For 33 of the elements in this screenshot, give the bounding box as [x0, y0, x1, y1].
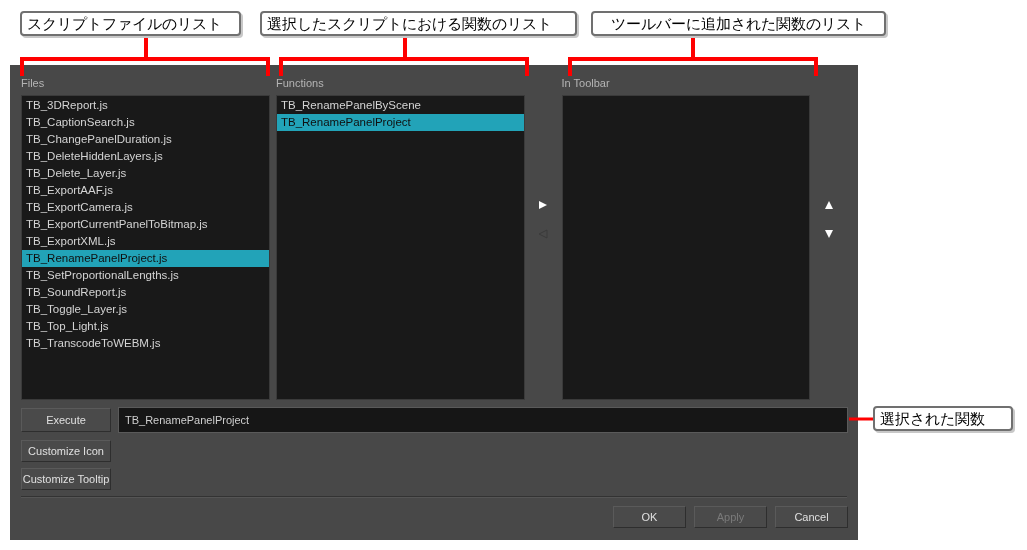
dialog-button[interactable]: OK	[613, 506, 686, 528]
leader-line	[849, 417, 873, 421]
list-item[interactable]: TB_ExportCurrentPanelToBitmap.js	[22, 216, 269, 233]
list-item[interactable]: TB_ExportAAF.js	[22, 182, 269, 199]
dialog-button[interactable]: Cancel	[775, 506, 848, 528]
list-item[interactable]: TB_ExportXML.js	[22, 233, 269, 250]
callout-label: 選択したスクリプトにおける関数のリスト	[260, 11, 577, 36]
list-item[interactable]: TB_ChangePanelDuration.js	[22, 131, 269, 148]
list-item[interactable]: TB_RenamePanelByScene	[276, 97, 524, 114]
list-label: In Toolbar	[561, 77, 611, 91]
list-item[interactable]: TB_SoundReport.js	[22, 284, 269, 301]
callout-label: スクリプトファイルのリスト	[20, 11, 241, 36]
list-item[interactable]: TB_RenamePanelProject	[276, 114, 524, 131]
list-item[interactable]: TB_TranscodeToWEBM.js	[22, 335, 269, 352]
list-label: Files	[21, 77, 46, 91]
move-up-icon[interactable]	[823, 199, 836, 211]
callout-label: ツールバーに追加された関数のリスト	[591, 11, 886, 36]
list-item[interactable]: TB_CaptionSearch.js	[22, 114, 269, 131]
function-field[interactable]: TB_RenamePanelProject	[118, 407, 848, 433]
list-item[interactable]: TB_DeleteHiddenLayers.js	[22, 148, 269, 165]
customize-button[interactable]: Customize Tooltip	[21, 468, 111, 490]
list-item[interactable]: TB_Toggle_Layer.js	[22, 301, 269, 318]
list-item[interactable]: TB_SetProportionalLengths.js	[22, 267, 269, 284]
execute-button[interactable]: Execute	[21, 408, 111, 432]
callout-label: 選択された関数	[873, 406, 1013, 431]
list-item[interactable]: TB_Top_Light.js	[22, 318, 269, 335]
list-item[interactable]: TB_3DReport.js	[22, 97, 269, 114]
list-item[interactable]: TB_ExportCamera.js	[22, 199, 269, 216]
list-item[interactable]: TB_Delete_Layer.js	[22, 165, 269, 182]
move-down-icon[interactable]	[823, 228, 836, 240]
customize-button[interactable]: Customize Icon	[21, 440, 111, 462]
list-item[interactable]: TB_RenamePanelProject.js	[22, 250, 269, 267]
list-label: Functions	[275, 77, 325, 91]
